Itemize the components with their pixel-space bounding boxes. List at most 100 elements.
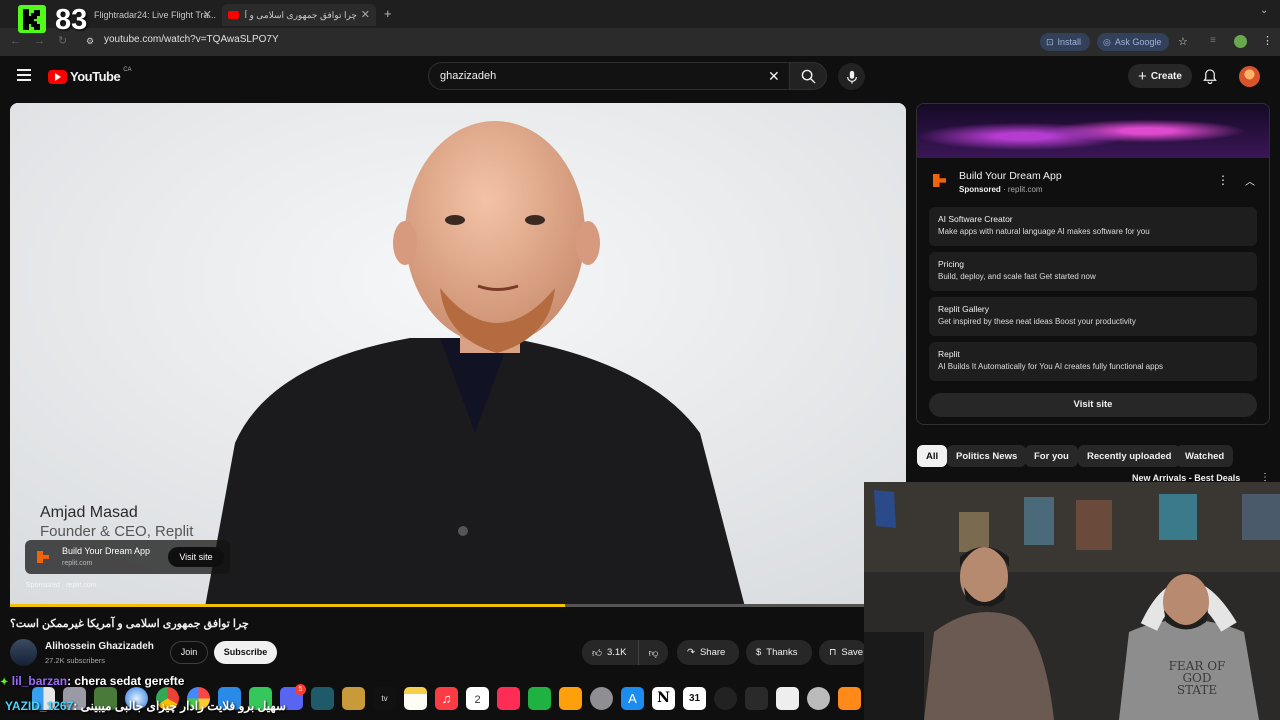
replit-logo-icon xyxy=(933,174,946,187)
sidebar-visit-site-button[interactable]: Visit site xyxy=(929,393,1257,417)
affinity-icon[interactable] xyxy=(311,687,334,710)
video-player[interactable]: Amjad Masad Founder & CEO, Replit Build … xyxy=(10,103,906,607)
news-icon[interactable] xyxy=(497,687,520,710)
youtube-logo[interactable]: YouTube CA xyxy=(48,66,132,84)
calendar-icon[interactable]: 2 xyxy=(466,687,489,710)
share-button[interactable]: ↷ Share xyxy=(677,640,739,665)
extension-icon[interactable] xyxy=(1234,35,1247,48)
chat-username: YAZID_1267 xyxy=(5,699,74,713)
app-store-icon[interactable]: A xyxy=(621,687,644,710)
fl-studio-icon[interactable] xyxy=(838,687,861,710)
ad-domain: replit.com xyxy=(1007,185,1043,194)
sidebar-ad-panel: Build Your Dream App Sponsored · replit.… xyxy=(916,103,1270,425)
join-button[interactable]: Join xyxy=(170,641,208,664)
new-tab-icon[interactable]: + xyxy=(384,6,392,21)
sitelink-title: Pricing xyxy=(938,259,964,269)
tab-title: چرا توافق جمهوری اسلامی و آمریکا... xyxy=(245,9,357,20)
like-button[interactable]: 👍︎ 3.1K xyxy=(582,640,638,665)
ad-banner-image[interactable] xyxy=(917,104,1269,158)
folder-icon[interactable] xyxy=(342,687,365,710)
channel-avatar[interactable] xyxy=(10,639,37,666)
hoodie-text: FEAR OF GOD STATE xyxy=(1168,659,1226,697)
lower-third-name: Amjad Masad xyxy=(40,504,138,521)
chat-text: : chera sedat gerefte xyxy=(67,674,185,688)
kick-logo xyxy=(18,5,46,33)
activity-monitor-icon[interactable] xyxy=(714,687,737,710)
back-icon[interactable]: ← xyxy=(10,35,21,47)
ask-google-button[interactable]: ◎ Ask Google xyxy=(1097,33,1169,51)
disk-utility-icon[interactable] xyxy=(807,687,830,710)
ad-sitelink[interactable]: Replit AI Builds It Automatically for Yo… xyxy=(929,342,1257,381)
tab-flightradar[interactable]: Flightradar24: Live Flight Tra... ✕ xyxy=(86,4,218,26)
close-tab-icon[interactable]: ✕ xyxy=(361,8,370,21)
sidebar-ad-meta: Sponsored · replit.com xyxy=(959,185,1043,194)
subscribe-button[interactable]: Subscribe xyxy=(214,641,277,664)
sitelink-desc: Make apps with natural language AI makes… xyxy=(938,227,1150,236)
region-code: CA xyxy=(123,66,132,73)
notes-icon[interactable] xyxy=(404,687,427,710)
save-button[interactable]: ⊓ Save xyxy=(819,640,867,665)
youtube-logo-text: YouTube xyxy=(70,69,121,84)
ad-sitelink[interactable]: AI Software Creator Make apps with natur… xyxy=(929,207,1257,246)
pages-icon[interactable] xyxy=(559,687,582,710)
ad-title: Build Your Dream App xyxy=(62,546,151,556)
reading-list-icon[interactable]: ≡ xyxy=(1210,35,1216,46)
logic-icon[interactable] xyxy=(745,687,768,710)
video-progress-bar[interactable] xyxy=(10,604,864,607)
create-button[interactable]: + Create xyxy=(1128,64,1192,88)
chip-recently-uploaded[interactable]: Recently uploaded xyxy=(1078,445,1181,467)
tab-list-chevron-icon[interactable]: ⌄ xyxy=(1260,5,1268,16)
forward-icon[interactable]: → xyxy=(34,35,45,47)
video-title: چرا توافق جمهوری اسلامی و آمریکا غیرممکن… xyxy=(10,618,249,630)
share-icon: ↷ xyxy=(687,647,695,658)
notion-icon[interactable]: N xyxy=(652,687,675,710)
sidebar-ad-title[interactable]: Build Your Dream App xyxy=(959,170,1062,182)
chip-for-you[interactable]: For you xyxy=(1025,445,1078,467)
hamburger-menu-icon[interactable] xyxy=(17,69,31,81)
video-ad-card[interactable]: Build Your Dream App replit.com Visit si… xyxy=(25,540,230,574)
ad-sitelink[interactable]: Pricing Build, deploy, and scale fast Ge… xyxy=(929,252,1257,291)
browser-menu-icon[interactable]: ⋮ xyxy=(1262,34,1273,47)
visit-site-button[interactable]: Visit site xyxy=(168,547,224,567)
bookmark-star-icon[interactable]: ☆ xyxy=(1178,35,1188,48)
tab-youtube-video[interactable]: چرا توافق جمهوری اسلامی و آمریکا... ✕ xyxy=(222,4,376,26)
chip-watched[interactable]: Watched xyxy=(1176,445,1234,467)
chat-username: lil_barzan xyxy=(11,674,68,688)
dislike-button[interactable]: 👎︎ xyxy=(638,640,668,665)
system-settings-icon[interactable] xyxy=(590,687,613,710)
youtube-play-icon xyxy=(48,69,67,84)
search-value: ghazizadeh xyxy=(440,70,497,82)
sitelink-desc: Get inspired by these neat ideas Boost y… xyxy=(938,317,1136,326)
sitelink-title: Replit Gallery xyxy=(938,304,990,314)
progress-fill xyxy=(10,604,566,607)
thanks-label: Thanks xyxy=(766,647,798,658)
collapse-chevron-icon[interactable]: ︿ xyxy=(1245,173,1255,188)
ad-sitelink[interactable]: Replit Gallery Get inspired by these nea… xyxy=(929,297,1257,336)
calendar-date-icon[interactable]: 31 xyxy=(683,687,706,710)
search-input[interactable]: ghazizadeh xyxy=(428,62,790,90)
close-tab-icon[interactable]: ✕ xyxy=(203,8,212,21)
music-icon[interactable]: ♫ xyxy=(435,687,458,710)
unity-icon[interactable] xyxy=(776,687,799,710)
streamer-webcam: FEAR OF GOD STATE xyxy=(864,482,1280,720)
youtube-favicon-icon xyxy=(228,11,239,19)
numbers-icon[interactable] xyxy=(528,687,551,710)
account-avatar[interactable] xyxy=(1239,66,1260,87)
bookmark-icon: ⊓ xyxy=(829,647,837,658)
apple-tv-icon[interactable]: tv xyxy=(373,687,396,710)
search-button[interactable] xyxy=(789,62,827,90)
chip-politics-news[interactable]: Politics News xyxy=(947,445,1027,467)
address-field[interactable]: youtube.com/watch?v=TQAwaSLPO7Y xyxy=(84,34,1204,50)
install-label: Install xyxy=(1057,37,1082,47)
install-button[interactable]: ⊡ Install xyxy=(1040,33,1090,51)
channel-name[interactable]: Alihossein Ghazizadeh xyxy=(45,641,154,652)
notifications-bell-icon[interactable] xyxy=(1203,69,1217,89)
clear-search-icon[interactable]: ✕ xyxy=(768,68,780,85)
voice-search-button[interactable] xyxy=(838,63,865,90)
thanks-button[interactable]: $ Thanks xyxy=(746,640,812,665)
chip-all[interactable]: All xyxy=(917,445,948,467)
notification-badge: 5 xyxy=(295,684,306,695)
sitelink-title: AI Software Creator xyxy=(938,214,1013,224)
more-options-icon[interactable]: ⋮ xyxy=(1217,173,1229,187)
share-label: Share xyxy=(699,647,726,658)
